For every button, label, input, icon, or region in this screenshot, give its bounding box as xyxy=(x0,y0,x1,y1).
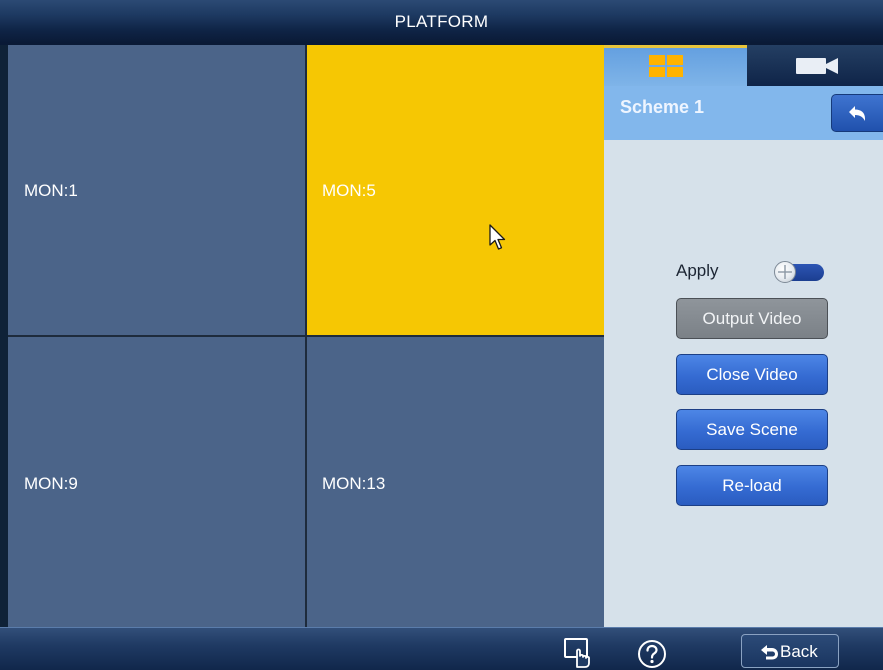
return-button[interactable] xyxy=(831,94,883,132)
toggle-knob-grip-icon xyxy=(778,265,792,279)
monitor-cell-9[interactable]: MON:9 xyxy=(8,337,305,627)
panel-tabs xyxy=(604,45,883,86)
tab-layout[interactable] xyxy=(604,45,747,86)
toggle-knob xyxy=(774,261,796,283)
scheme-panel: Scheme 1 Apply Output Video Close Video … xyxy=(604,45,883,627)
touch-hand-icon[interactable] xyxy=(563,637,595,669)
monitor-label: MON:1 xyxy=(24,181,78,200)
back-arrow-icon xyxy=(761,645,778,660)
scheme-title: Scheme 1 xyxy=(620,97,705,117)
monitor-label: MON:5 xyxy=(322,181,376,200)
monitor-label: MON:9 xyxy=(24,474,78,493)
help-icon[interactable] xyxy=(636,638,668,670)
monitor-cell-5[interactable]: MON:5 xyxy=(307,45,604,335)
monitor-cell-1[interactable]: MON:1 xyxy=(8,45,305,335)
close-video-button[interactable]: Close Video xyxy=(676,354,828,395)
platform-window: PLATFORM MON:1 MON:5 MON:9 MON:13 Scheme… xyxy=(0,0,883,670)
bottom-bar: Back xyxy=(0,627,883,670)
back-label: Back xyxy=(780,642,818,661)
save-scene-button[interactable]: Save Scene xyxy=(676,409,828,450)
monitor-grid: MON:1 MON:5 MON:9 MON:13 xyxy=(8,45,604,627)
monitor-cell-13[interactable]: MON:13 xyxy=(307,337,604,627)
layout-grid-icon xyxy=(649,55,683,77)
monitor-label: MON:13 xyxy=(322,474,386,493)
output-video-button[interactable]: Output Video xyxy=(676,298,828,339)
scheme-header: Scheme 1 xyxy=(604,86,883,140)
camera-icon xyxy=(796,58,838,74)
tab-camera[interactable] xyxy=(747,45,883,86)
mouse-pointer-icon xyxy=(489,224,506,250)
apply-toggle[interactable] xyxy=(774,261,826,283)
apply-row: Apply xyxy=(676,259,836,285)
back-button[interactable]: Back xyxy=(741,634,839,668)
window-title: PLATFORM xyxy=(394,12,489,31)
return-arrow-icon xyxy=(849,106,865,121)
apply-label: Apply xyxy=(676,261,719,280)
title-bar: PLATFORM xyxy=(0,0,883,45)
reload-button[interactable]: Re-load xyxy=(676,465,828,506)
